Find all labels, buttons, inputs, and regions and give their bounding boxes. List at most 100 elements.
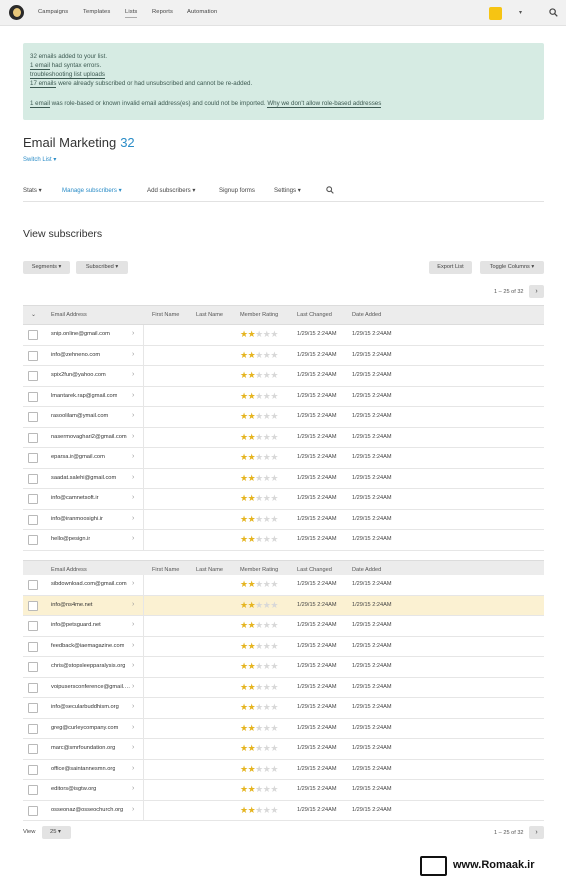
row-checkbox[interactable]: [28, 432, 38, 443]
segments-button[interactable]: Segments ▾: [23, 261, 70, 274]
col-first-name[interactable]: First Name: [152, 567, 179, 573]
subscriber-email[interactable]: rasoolilam@ymail.com: [51, 413, 108, 419]
row-checkbox[interactable]: [28, 494, 38, 504]
subnav-settings[interactable]: Settings ▾: [274, 187, 301, 194]
account-chevron-down-icon[interactable]: ▾: [519, 9, 522, 16]
subscriber-email[interactable]: info@ns4me.net: [51, 602, 93, 608]
table-row[interactable]: lmantarek.rap@gmail.com › ★★★★★ 1/29/15 2:2…: [23, 386, 544, 407]
already-subscribed-link[interactable]: 17 emails: [30, 80, 57, 88]
mailchimp-logo-icon[interactable]: [9, 5, 24, 20]
row-checkbox[interactable]: [28, 350, 38, 361]
search-icon[interactable]: [549, 8, 558, 17]
chevron-right-icon[interactable]: ›: [132, 744, 134, 751]
subscriber-email[interactable]: nasermovaghari2@gmail.com: [51, 434, 127, 440]
per-page-select[interactable]: 25 ▾: [42, 826, 71, 839]
subnav-stats[interactable]: Stats ▾: [23, 187, 42, 194]
subscriber-email[interactable]: saadat.salehi@gmail.com: [51, 475, 116, 481]
search-icon[interactable]: [326, 186, 334, 194]
subscriber-email[interactable]: osseonaz@osseochurch.org: [51, 807, 123, 813]
subscriber-email[interactable]: voipusersconference@gmail.c...: [51, 684, 131, 690]
table-row[interactable]: osseonaz@osseochurch.org › ★★★★★ 1/29/15 2:…: [23, 800, 544, 821]
row-checkbox[interactable]: [28, 723, 38, 734]
row-checkbox[interactable]: [28, 662, 38, 672]
table-row[interactable]: marc@smrfoundation.org › ★★★★★ 1/29/15 2:24…: [23, 739, 544, 760]
table-row[interactable]: info@zehneno.com › ★★★★★ 1/29/15 2:24AM 1/29…: [23, 345, 544, 366]
chevron-right-icon[interactable]: ›: [132, 683, 134, 690]
row-checkbox[interactable]: [28, 473, 38, 484]
subscriber-email[interactable]: snip.online@gmail.com: [51, 331, 110, 337]
subscriber-email[interactable]: lmantarek.rap@gmail.com: [51, 393, 117, 399]
chevron-right-icon[interactable]: ›: [132, 580, 134, 587]
chevron-right-icon[interactable]: ›: [132, 330, 134, 337]
subscriber-email[interactable]: eparsa.ir@gmail.com: [51, 454, 105, 460]
subnav-add-subscribers[interactable]: Add subscribers ▾: [147, 187, 195, 194]
chevron-right-icon[interactable]: ›: [132, 412, 134, 419]
chevron-right-icon[interactable]: ›: [132, 621, 134, 628]
chevron-right-icon[interactable]: ›: [132, 806, 134, 813]
subscriber-email[interactable]: sibdownload.com@gmail.com: [51, 581, 127, 587]
row-checkbox[interactable]: [28, 412, 38, 422]
nav-automation[interactable]: Automation: [187, 9, 217, 15]
chevron-right-icon[interactable]: ›: [132, 371, 134, 378]
col-last-name[interactable]: Last Name: [196, 567, 223, 573]
chevron-right-icon[interactable]: ›: [132, 351, 134, 358]
col-date-added[interactable]: Date Added: [352, 567, 381, 573]
role-based-link[interactable]: 1 email: [30, 100, 50, 108]
nav-templates[interactable]: Templates: [83, 9, 110, 15]
col-member-rating[interactable]: Member Rating: [240, 567, 278, 573]
subscriber-email[interactable]: greg@curleycompany.com: [51, 725, 118, 731]
row-checkbox[interactable]: [28, 785, 38, 795]
col-date-added[interactable]: Date Added: [352, 312, 381, 318]
chevron-right-icon[interactable]: ›: [132, 515, 134, 522]
chevron-right-icon[interactable]: ›: [132, 703, 134, 710]
col-first-name[interactable]: First Name: [152, 312, 179, 318]
chevron-right-icon[interactable]: ›: [132, 494, 134, 501]
chevron-right-icon[interactable]: ›: [132, 453, 134, 460]
nav-reports[interactable]: Reports: [152, 9, 173, 15]
export-list-button[interactable]: Export List: [429, 261, 472, 274]
account-avatar[interactable]: [489, 7, 502, 20]
table-row[interactable]: info@petsguard.net › ★★★★★ 1/29/15 2:24AM 1/…: [23, 616, 544, 637]
subscriber-email[interactable]: info@iranmoosighi.ir: [51, 516, 103, 522]
subscriber-email[interactable]: info@zehneno.com: [51, 352, 100, 358]
row-checkbox[interactable]: [28, 764, 38, 775]
nav-campaigns[interactable]: Campaigns: [38, 9, 68, 15]
chevron-right-icon[interactable]: ›: [132, 392, 134, 399]
subscribed-filter-button[interactable]: Subscribed ▾: [76, 261, 128, 274]
chevron-right-icon[interactable]: ›: [132, 724, 134, 731]
table-row[interactable]: voipusersconference@gmail.c... › ★★★★★ 1/29…: [23, 677, 544, 698]
row-checkbox[interactable]: [28, 580, 38, 590]
toggle-columns-button[interactable]: Toggle Columns ▾: [480, 261, 544, 274]
chevron-right-icon[interactable]: ›: [132, 785, 134, 792]
table-row[interactable]: info@ns4me.net › ★★★★★ 1/29/15 2:24AM 1/29/1…: [23, 595, 544, 616]
table-row[interactable]: hello@pesign.ir › ★★★★★ 1/29/15 2:24AM 1/29/…: [23, 530, 544, 551]
table-row[interactable]: feedback@iaemagazine.com › ★★★★★ 1/29/15 2:…: [23, 636, 544, 657]
subscriber-email[interactable]: marc@smrfoundation.org: [51, 745, 115, 751]
subscriber-email[interactable]: office@saintannesmn.org: [51, 766, 115, 772]
col-email[interactable]: Email Address: [51, 312, 87, 318]
syntax-errors-link[interactable]: 1 email: [30, 62, 50, 70]
subscriber-email[interactable]: chris@stopsleepparalysis.org: [51, 663, 125, 669]
col-last-changed[interactable]: Last Changed: [297, 312, 332, 318]
subscriber-email[interactable]: hello@pesign.ir: [51, 536, 90, 542]
row-checkbox[interactable]: [28, 535, 38, 545]
troubleshooting-link[interactable]: troubleshooting list uploads: [30, 71, 105, 79]
row-checkbox[interactable]: [28, 600, 38, 611]
table-row[interactable]: office@saintannesmn.org › ★★★★★ 1/29/15 2:2…: [23, 759, 544, 780]
col-email[interactable]: Email Address: [51, 567, 87, 573]
chevron-right-icon[interactable]: ›: [132, 642, 134, 649]
row-checkbox[interactable]: [28, 453, 38, 463]
nav-lists[interactable]: Lists: [125, 9, 138, 18]
col-last-name[interactable]: Last Name: [196, 312, 223, 318]
row-checkbox[interactable]: [28, 682, 38, 693]
row-checkbox[interactable]: [28, 641, 38, 652]
table-row[interactable]: spix2fun@yahoo.com › ★★★★★ 1/29/15 2:24AM 1/…: [23, 366, 544, 387]
subscriber-email[interactable]: editors@isgtw.org: [51, 786, 96, 792]
next-page-button[interactable]: ›: [529, 285, 544, 298]
subscriber-email[interactable]: info@secularbuddhism.org: [51, 704, 119, 710]
table-row[interactable]: chris@stopsleepparalysis.org › ★★★★★ 1/29/1…: [23, 657, 544, 678]
subscriber-email[interactable]: info@petsguard.net: [51, 622, 101, 628]
table-row[interactable]: editors@isgtw.org › ★★★★★ 1/29/15 2:24AM 1/2…: [23, 780, 544, 801]
role-based-why-link[interactable]: Why we don't allow role-based addresses: [267, 100, 382, 108]
table-row[interactable]: eparsa.ir@gmail.com › ★★★★★ 1/29/15 2:24AM 1…: [23, 448, 544, 469]
